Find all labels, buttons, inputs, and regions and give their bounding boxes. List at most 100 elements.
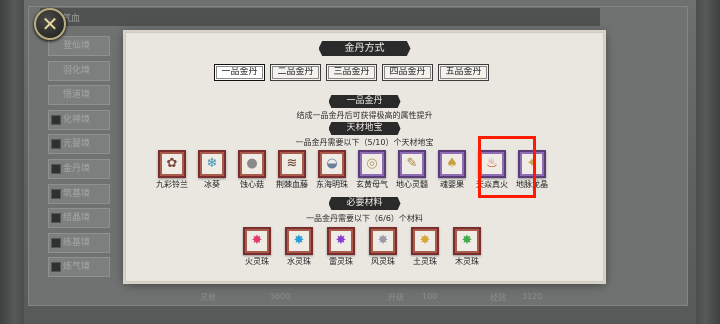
checkbox-icon[interactable] [51,163,61,174]
left-border-strip [0,0,24,324]
material-item[interactable]: ✸ 水灵珠 [279,227,319,271]
realm-item-label: 金丹境 [63,163,91,174]
checkbox-icon[interactable] [51,262,61,273]
gourd-icon: ♠ [446,156,458,171]
material-label: 火灵珠 [245,257,269,266]
realm-item-label: 羽化境 [63,65,91,76]
realm-item[interactable]: 化神境 [48,109,110,130]
realm-item[interactable]: 羽化境 [48,60,110,81]
background-top-bar: 气血 [40,8,600,26]
treasure-item[interactable]: ✎ 地心灵髓 [392,150,432,194]
tab-grade-5[interactable]: 五品金丹 [438,64,489,81]
realm-item-label: 元婴境 [63,139,91,150]
material-item[interactable]: ✸ 木灵珠 [447,227,487,271]
fire-orb-icon: ✸ [251,233,263,248]
tab-grade-1[interactable]: 一品金丹 [214,64,265,81]
treasure-grid: ✿ 九彩铃兰 ❄ 冰葵 ● 蚀心菇 ≋ 荆棘血藤 ◒ 东海明珠 ◎ 玄黄母气 ✎ 地心灵髓 ♠ 魂婴果 ♨ 天焱真… [152,150,552,194]
material-slot[interactable]: ✸ [411,227,439,255]
realm-item[interactable]: 金丹境 [48,158,110,179]
treasure-slot[interactable]: ◒ [318,150,346,178]
jindan-dialog: 金丹方式 一品金丹 二品金丹 三品金丹 四品金丹 五品金丹 一品金丹 结成一品金丹后可获… [125,32,604,282]
vine-icon: ≋ [286,156,298,171]
material-label: 风灵珠 [371,257,395,266]
treasure-heading: 天材地宝 [328,122,401,135]
mushroom-icon: ● [246,156,258,171]
thunder-orb-icon: ✸ [335,233,347,248]
treasure-item[interactable]: ✦ 地脉龙晶 [512,150,552,194]
wood-orb-icon: ✸ [461,233,473,248]
background-stat-text: 灵根 [200,293,216,302]
background-bottom-stats: 灵根 3600 升级 100 经验 3120 [160,292,600,306]
treasure-slot[interactable]: ✦ [518,150,546,178]
material-label: 雷灵珠 [329,257,353,266]
realm-item-label: 结晶境 [63,213,91,224]
treasure-slot[interactable]: ♨ [478,150,506,178]
material-item[interactable]: ✸ 风灵珠 [363,227,403,271]
tab-grade-2[interactable]: 二品金丹 [270,64,321,81]
material-label: 木灵珠 [455,257,479,266]
material-slot[interactable]: ✸ [327,227,355,255]
material-item[interactable]: ✸ 雷灵珠 [321,227,361,271]
checkbox-icon[interactable] [51,188,61,199]
checkbox-icon[interactable] [51,139,61,150]
checkbox-icon[interactable] [51,213,61,224]
tab-grade-4[interactable]: 四品金丹 [382,64,433,81]
realm-item[interactable]: 结晶境 [48,208,110,229]
treasure-item[interactable]: ♨ 天焱真火 [472,150,512,194]
treasure-slot[interactable]: ◎ [358,150,386,178]
realm-item[interactable]: 炼气境 [48,257,110,278]
right-border-strip [696,0,720,324]
treasure-item[interactable]: ❄ 冰葵 [192,150,232,194]
treasure-slot[interactable]: ● [238,150,266,178]
treasure-slot[interactable]: ≋ [278,150,306,178]
treasure-slot[interactable]: ❄ [198,150,226,178]
realm-item-label: 筑基境 [63,188,91,199]
realm-list: 登仙境羽化境悟道境化神境元婴境金丹境筑基境结晶境练基境炼气境 [48,36,110,282]
dialog-title: 金丹方式 [318,41,411,56]
material-label: 水灵珠 [287,257,311,266]
background-stat-text: 升级 [388,293,404,302]
realm-item[interactable]: 悟道境 [48,85,110,106]
treasure-slot[interactable]: ✿ [158,150,186,178]
pearl-icon: ◒ [326,156,338,171]
treasure-item[interactable]: ● 蚀心菇 [232,150,272,194]
background-stat-text: 3600 [270,292,291,301]
treasure-slot[interactable]: ♠ [438,150,466,178]
tab-grade-3[interactable]: 三品金丹 [326,64,377,81]
material-slot[interactable]: ✸ [453,227,481,255]
realm-item-label: 练基境 [63,237,91,248]
background-stat-text: 100 [422,292,438,301]
earth-orb-icon: ✸ [419,233,431,248]
material-item[interactable]: ✸ 土灵珠 [405,227,445,271]
treasure-item[interactable]: ≋ 荆棘血藤 [272,150,312,194]
treasure-item[interactable]: ◒ 东海明珠 [312,150,352,194]
crystal-icon: ✦ [526,156,538,171]
checkbox-icon[interactable] [51,114,61,125]
orchid-icon: ✿ [166,156,178,171]
wind-orb-icon: ✸ [377,233,389,248]
checkbox-icon[interactable] [51,237,61,248]
materials-grid: ✸ 火灵珠 ✸ 水灵珠 ✸ 雷灵珠 ✸ 风灵珠 ✸ 土灵珠 ✸ 木灵珠 [237,227,487,271]
realm-item[interactable]: 筑基境 [48,183,110,204]
realm-item[interactable]: 元婴境 [48,134,110,155]
background-stat-text: 经验 [490,293,506,302]
treasure-requirement: 一品金丹需要以下（5/10）个天材地宝 [295,138,434,147]
treasure-label: 地脉龙晶 [516,180,548,189]
material-slot[interactable]: ✸ [243,227,271,255]
realm-item-label: 炼气境 [63,262,91,273]
realm-item[interactable]: 练基境 [48,232,110,253]
close-button[interactable]: ✕ [34,8,66,40]
treasure-item[interactable]: ◎ 玄黄母气 [352,150,392,194]
grade-heading: 一品金丹 [328,95,401,108]
material-slot[interactable]: ✸ [369,227,397,255]
grade-tabs: 一品金丹 二品金丹 三品金丹 四品金丹 五品金丹 [214,64,489,81]
ice-flower-icon: ❄ [206,156,218,171]
treasure-slot[interactable]: ✎ [398,150,426,178]
treasure-item[interactable]: ♠ 魂婴果 [432,150,472,194]
background-stat-text: 3120 [522,292,543,301]
realm-item[interactable]: 登仙境 [48,36,110,56]
material-item[interactable]: ✸ 火灵珠 [237,227,277,271]
grade-description: 结成一品金丹后可获得极高的属性提升 [296,111,433,120]
material-slot[interactable]: ✸ [285,227,313,255]
treasure-item[interactable]: ✿ 九彩铃兰 [152,150,192,194]
